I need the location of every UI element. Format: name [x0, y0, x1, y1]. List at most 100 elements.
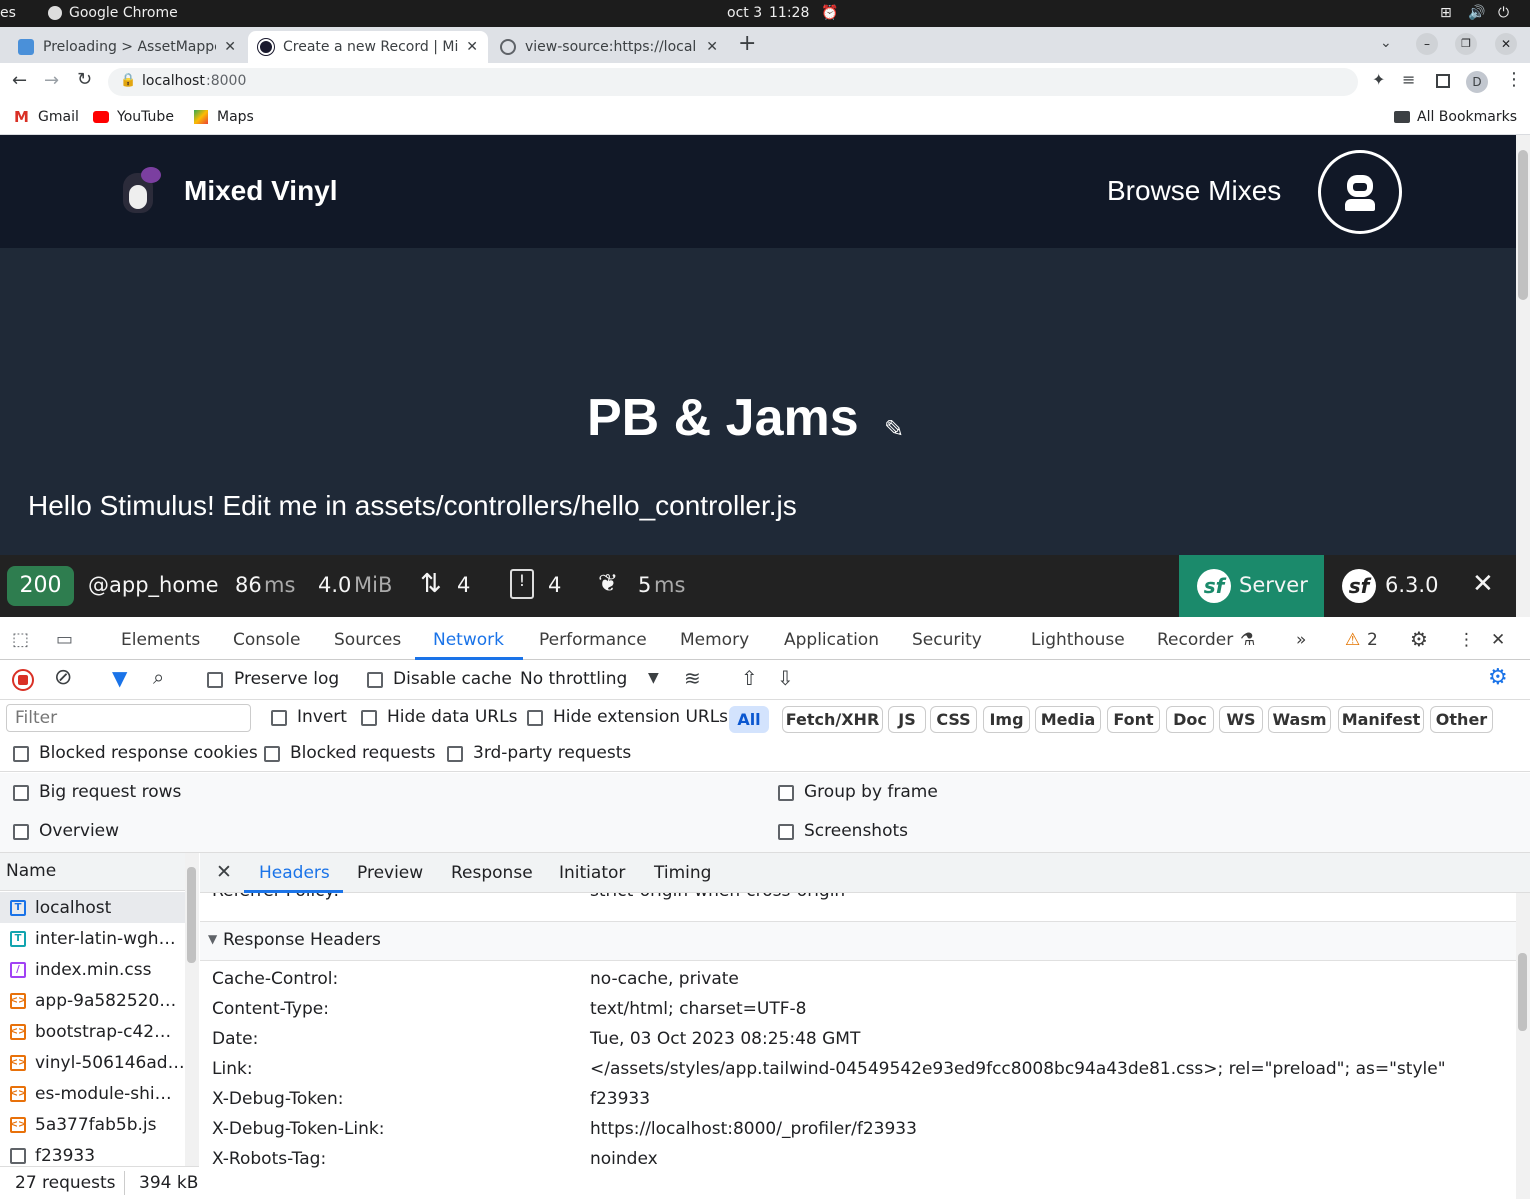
close-details-icon[interactable]: ✕ — [216, 861, 232, 883]
device-toolbar-icon[interactable]: ▭ — [56, 629, 73, 650]
collapse-triangle-icon[interactable]: ▼ — [208, 932, 217, 946]
close-tab-icon[interactable]: ✕ — [224, 39, 236, 55]
browse-mixes-link[interactable]: Browse Mixes — [1107, 175, 1281, 207]
overview-checkbox[interactable] — [13, 824, 29, 840]
user-avatar[interactable] — [1318, 150, 1402, 234]
search-icon[interactable]: ⌕ — [153, 665, 164, 689]
requests-count[interactable]: 4 — [457, 573, 470, 597]
import-har-icon[interactable]: ⇧ — [741, 666, 758, 690]
blocked-requests-checkbox[interactable] — [264, 746, 280, 762]
tab-sources[interactable]: Sources — [334, 630, 401, 650]
page-scrollbar[interactable] — [1516, 135, 1530, 617]
side-panel-icon[interactable] — [1436, 74, 1450, 88]
os-time[interactable]: 11:28 — [769, 5, 809, 21]
type-filter-fetch[interactable]: Fetch/XHR — [782, 706, 883, 733]
os-date[interactable]: oct 3 — [727, 5, 762, 21]
request-list-scrollbar[interactable] — [185, 853, 199, 1166]
detail-tab-timing[interactable]: Timing — [654, 863, 711, 883]
lock-icon[interactable]: 🔒 — [120, 73, 136, 88]
network-conditions-icon[interactable]: ≋ — [684, 666, 701, 690]
type-filter-ws[interactable]: WS — [1219, 706, 1263, 733]
browser-tab-1[interactable]: Preloading > AssetMappe ✕ — [8, 31, 246, 63]
restore-icon[interactable]: ❐ — [1455, 33, 1477, 55]
type-filter-doc[interactable]: Doc — [1166, 706, 1214, 733]
edit-icon[interactable]: ✎ — [884, 415, 904, 443]
twig-time-value[interactable]: 5 — [638, 573, 651, 597]
tab-lighthouse[interactable]: Lighthouse — [1031, 630, 1125, 650]
type-filter-font[interactable]: Font — [1107, 706, 1160, 733]
logs-count[interactable]: 4 — [548, 573, 561, 597]
detail-tab-initiator[interactable]: Initiator — [559, 863, 625, 883]
close-tab-icon[interactable]: ✕ — [706, 39, 718, 55]
warning-count[interactable]: 2 — [1367, 630, 1378, 650]
bookmark-youtube[interactable]: YouTube — [117, 109, 174, 125]
status-badge[interactable]: 200 — [7, 566, 74, 606]
response-headers-section[interactable]: ▼ Response Headers — [200, 921, 1516, 961]
network-settings-gear-icon[interactable]: ⚙ — [1488, 665, 1508, 690]
bookmark-gmail[interactable]: Gmail — [38, 109, 79, 125]
request-row[interactable]: <> bootstrap-c42… — [0, 1016, 185, 1047]
type-filter-img[interactable]: Img — [983, 706, 1030, 733]
tab-console[interactable]: Console — [233, 630, 301, 650]
profile-avatar[interactable]: D — [1466, 71, 1488, 93]
network-icon[interactable]: ⊞ — [1440, 5, 1452, 21]
type-filter-js[interactable]: JS — [888, 706, 926, 733]
third-party-checkbox[interactable] — [447, 746, 463, 762]
preserve-log-checkbox[interactable] — [207, 672, 223, 688]
hide-extension-urls-checkbox[interactable] — [527, 710, 543, 726]
request-row[interactable]: <> app-9a582520… — [0, 985, 185, 1016]
time-value[interactable]: 86 — [235, 573, 262, 597]
back-icon[interactable]: ← — [12, 70, 27, 91]
invert-label[interactable]: Invert — [297, 707, 347, 727]
export-har-icon[interactable]: ⇩ — [777, 666, 794, 690]
inspect-element-icon[interactable]: ⬚ — [12, 629, 29, 650]
request-row[interactable]: <> 5a377fab5b.js — [0, 1109, 185, 1140]
request-row[interactable]: <> es-module-shi… — [0, 1078, 185, 1109]
third-party-label[interactable]: 3rd-party requests — [473, 743, 631, 763]
filter-funnel-icon[interactable]: ▼ — [112, 666, 127, 690]
request-row[interactable]: <> vinyl-506146ad… — [0, 1047, 185, 1078]
throttling-select[interactable]: No throttling — [520, 669, 627, 689]
extensions-icon[interactable]: ✦ — [1372, 70, 1385, 89]
new-tab-icon[interactable]: + — [738, 31, 756, 56]
tab-performance[interactable]: Performance — [539, 630, 647, 650]
omnibox[interactable]: 🔒 localhost :8000 — [108, 68, 1358, 96]
tab-recorder[interactable]: Recorder — [1157, 630, 1233, 650]
browser-tab-3[interactable]: view-source:https://local ✕ — [490, 31, 728, 63]
group-by-frame-label[interactable]: Group by frame — [804, 782, 938, 802]
symfony-version[interactable]: 6.3.0 — [1385, 573, 1438, 597]
preserve-log-label[interactable]: Preserve log — [234, 669, 339, 689]
overview-label[interactable]: Overview — [39, 821, 119, 841]
request-row[interactable]: Tinter-latin-wgh… — [0, 923, 185, 954]
tab-memory[interactable]: Memory — [680, 630, 749, 650]
filter-input[interactable] — [6, 704, 251, 732]
type-filter-wasm[interactable]: Wasm — [1268, 706, 1331, 733]
hide-extension-urls-label[interactable]: Hide extension URLs — [553, 707, 728, 727]
close-devtools-icon[interactable]: ✕ — [1491, 630, 1505, 650]
type-filter-other[interactable]: Other — [1430, 706, 1493, 733]
media-icon[interactable]: ≡ — [1402, 70, 1415, 89]
tab-security[interactable]: Security — [912, 630, 982, 650]
minimize-icon[interactable]: – — [1416, 33, 1438, 55]
bookmark-maps[interactable]: Maps — [217, 109, 254, 125]
hide-toolbar-icon[interactable]: ✕ — [1472, 569, 1494, 599]
memory-value[interactable]: 4.0 — [318, 573, 351, 597]
browser-tab-2[interactable]: Create a new Record | Mi ✕ — [248, 31, 488, 63]
os-activities-fragment[interactable]: es — [0, 5, 16, 21]
detail-tab-preview[interactable]: Preview — [357, 863, 423, 883]
settings-gear-icon[interactable]: ⚙ — [1410, 627, 1428, 651]
screenshots-label[interactable]: Screenshots — [804, 821, 908, 841]
blocked-cookies-checkbox[interactable] — [13, 746, 29, 762]
big-rows-label[interactable]: Big request rows — [39, 782, 181, 802]
record-stop-icon[interactable] — [12, 669, 34, 691]
tab-search-chevron-icon[interactable]: ⌄ — [1380, 35, 1392, 51]
tab-elements[interactable]: Elements — [121, 630, 200, 650]
devtools-menu-icon[interactable]: ⋮ — [1458, 630, 1475, 650]
tab-network[interactable]: Network — [433, 630, 504, 650]
hide-data-urls-label[interactable]: Hide data URLs — [387, 707, 517, 727]
reload-icon[interactable]: ↻ — [77, 69, 92, 90]
type-filter-css[interactable]: CSS — [930, 706, 977, 733]
server-panel[interactable]: sf Server — [1179, 555, 1324, 617]
request-row[interactable]: Tlocalhost — [0, 892, 185, 923]
clear-icon[interactable]: ⊘ — [54, 665, 72, 690]
